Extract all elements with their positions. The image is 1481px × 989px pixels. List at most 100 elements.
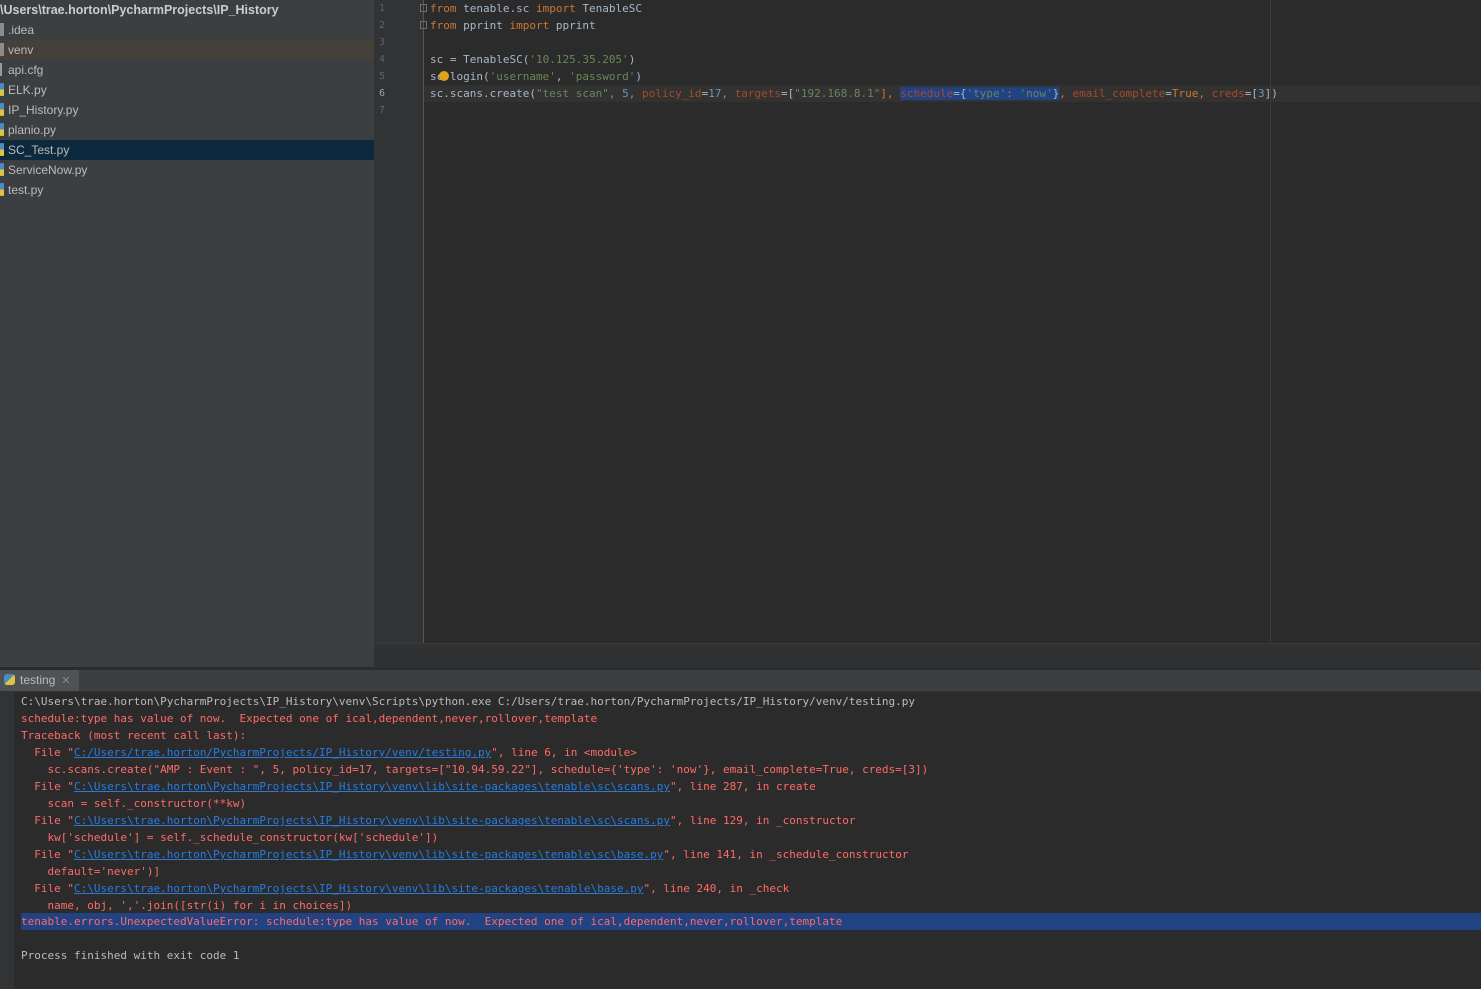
tree-item-label: SC_Test.py	[8, 143, 70, 157]
frame-prefix: File "	[21, 814, 74, 827]
traceback-code: scan = self._constructor(**kw)	[21, 797, 247, 810]
code-line-1: from tenable.sc import TenableSC	[430, 0, 642, 17]
folder-icon	[0, 43, 4, 56]
number-literal: 3	[1257, 87, 1265, 100]
tree-item-servicenow-py[interactable]: ServiceNow.py	[0, 160, 374, 180]
tree-item-label: ServiceNow.py	[8, 163, 88, 177]
number-literal: 17	[708, 87, 722, 100]
traceback-frame: File "C:/Users/trae.horton/PycharmProjec…	[21, 744, 637, 761]
keyword-argument: policy_id	[641, 87, 702, 100]
frame-prefix: File "	[21, 848, 74, 861]
console-gutter	[0, 692, 14, 989]
traceback-code: kw['schedule'] = self._schedule_construc…	[21, 831, 439, 844]
line-number: 3	[379, 37, 386, 48]
code-token: =[	[781, 87, 795, 100]
file-link[interactable]: C:\Users\trae.horton\PycharmProjects\IP_…	[74, 814, 670, 827]
tree-item-elk-py[interactable]: ELK.py	[0, 80, 374, 100]
tree-item-api-cfg[interactable]: api.cfg	[0, 60, 374, 80]
tree-item-label: venv	[8, 43, 34, 57]
comma: ,	[1198, 87, 1212, 100]
close-icon[interactable]: ✕	[61, 675, 70, 687]
frame-prefix: File "	[21, 746, 74, 759]
run-console[interactable]: C:\Users\trae.horton\PycharmProjects\IP_…	[0, 692, 1481, 989]
frame-suffix: ", line 141, in _schedule_constructor	[663, 848, 909, 861]
comma: ,	[628, 87, 642, 100]
traceback-frame: File "C:\Users\trae.horton\PycharmProjec…	[21, 778, 816, 795]
tree-item-ip-history-py[interactable]: IP_History.py	[0, 100, 374, 120]
tab-label: testing	[20, 673, 56, 687]
line-number-current: 6	[379, 88, 386, 99]
traceback-frame: File "C:\Users\trae.horton\PycharmProjec…	[21, 846, 908, 863]
console-error: schedule:type has value of now. Expected…	[21, 712, 598, 725]
code-editor[interactable]: 1 2 3 4 5 6 7 from tenable.sc import Ten…	[374, 0, 1481, 643]
tree-item-label: ELK.py	[8, 83, 47, 97]
console-final-error: tenable.errors.UnexpectedValueError: sch…	[21, 915, 843, 928]
line-number: 7	[379, 105, 386, 116]
code-token: )	[628, 53, 636, 66]
tree-item-label: api.cfg	[8, 63, 44, 77]
tree-item-idea[interactable]: .idea	[0, 20, 374, 40]
folder-icon	[0, 23, 4, 36]
keyword-argument: creds	[1211, 87, 1245, 100]
tree-item-label: .idea	[8, 23, 35, 37]
traceback-frame: File "C:\Users\trae.horton\PycharmProjec…	[21, 812, 855, 829]
tree-item-test-py[interactable]: test.py	[0, 180, 374, 200]
string-literal: 'password'	[569, 70, 636, 83]
code-token: pprint	[549, 19, 596, 32]
traceback-code: sc.scans.create("AMP : Event : ", 5, pol…	[21, 763, 929, 776]
console-traceback: Traceback (most recent call last):	[21, 729, 247, 742]
tab-testing[interactable]: testing ✕	[0, 670, 79, 691]
code-token: pprint	[456, 19, 510, 32]
python-file-icon	[0, 143, 4, 156]
comma: ],	[880, 87, 901, 100]
comma: ,	[1059, 87, 1073, 100]
traceback-code: name, obj, ','.join([str(i) for i in cho…	[21, 899, 353, 912]
line-number: 5	[379, 71, 386, 82]
code-token: =[	[1244, 87, 1258, 100]
console-exit-status: Process finished with exit code 1	[21, 949, 240, 962]
tree-item-venv[interactable]: venv	[0, 40, 374, 60]
colon: :	[1006, 87, 1020, 100]
keyword: import	[535, 2, 576, 15]
project-root[interactable]: \Users\trae.horton\PycharmProjects\IP_Hi…	[0, 0, 374, 20]
code-line-6: sc.scans.create("test scan", 5, policy_i…	[430, 85, 1278, 102]
tree-item-sc-test-py[interactable]: SC_Test.py	[0, 140, 374, 160]
code-token: sc.scans.create(	[430, 87, 536, 100]
python-file-icon	[0, 183, 4, 196]
number-literal: 5	[622, 87, 629, 100]
comma: ,	[721, 87, 735, 100]
string-literal: "test scan"	[535, 87, 609, 100]
python-run-icon	[4, 674, 15, 685]
code-line-4: sc = TenableSC('10.125.35.205')	[430, 51, 635, 68]
code-token: =	[1165, 87, 1172, 100]
code-token: s	[430, 70, 437, 83]
comma: ,	[608, 87, 623, 100]
code-token: ,	[555, 70, 570, 83]
traceback-code: default='never')]	[21, 865, 161, 878]
code-token: sc = TenableSC(	[430, 53, 530, 66]
file-link[interactable]: C:\Users\trae.horton\PycharmProjects\IP_…	[74, 882, 644, 895]
frame-suffix: ", line 240, in _check	[643, 882, 790, 895]
editor-horizontal-scrollbar[interactable]	[374, 643, 1481, 668]
frame-suffix: ", line 129, in _constructor	[670, 814, 856, 827]
keyword-argument: email_complete	[1072, 87, 1166, 100]
project-tool-window: \Users\trae.horton\PycharmProjects\IP_Hi…	[0, 0, 374, 667]
frame-suffix: ", line 6, in <module>	[491, 746, 637, 759]
console-command: C:\Users\trae.horton\PycharmProjects\IP_…	[21, 695, 916, 708]
frame-suffix: ", line 287, in create	[670, 780, 816, 793]
boolean-literal: True	[1171, 87, 1199, 100]
fold-marker-icon[interactable]	[420, 4, 427, 12]
file-link[interactable]: C:/Users/trae.horton/PycharmProjects/IP_…	[74, 746, 491, 759]
file-link[interactable]: C:\Users\trae.horton\PycharmProjects\IP_…	[74, 848, 663, 861]
file-icon	[0, 63, 2, 76]
code-token: )	[635, 70, 642, 83]
python-file-icon	[0, 83, 4, 96]
keyword: from	[430, 2, 457, 15]
tree-item-planio-py[interactable]: planio.py	[0, 120, 374, 140]
tree-item-label: IP_History.py	[8, 103, 79, 117]
code-token: tenable.sc	[456, 2, 536, 15]
fold-marker-icon[interactable]	[420, 21, 427, 29]
file-link[interactable]: C:\Users\trae.horton\PycharmProjects\IP_…	[74, 780, 670, 793]
intention-bulb-icon[interactable]	[439, 71, 449, 81]
code-token: ={	[953, 87, 967, 100]
